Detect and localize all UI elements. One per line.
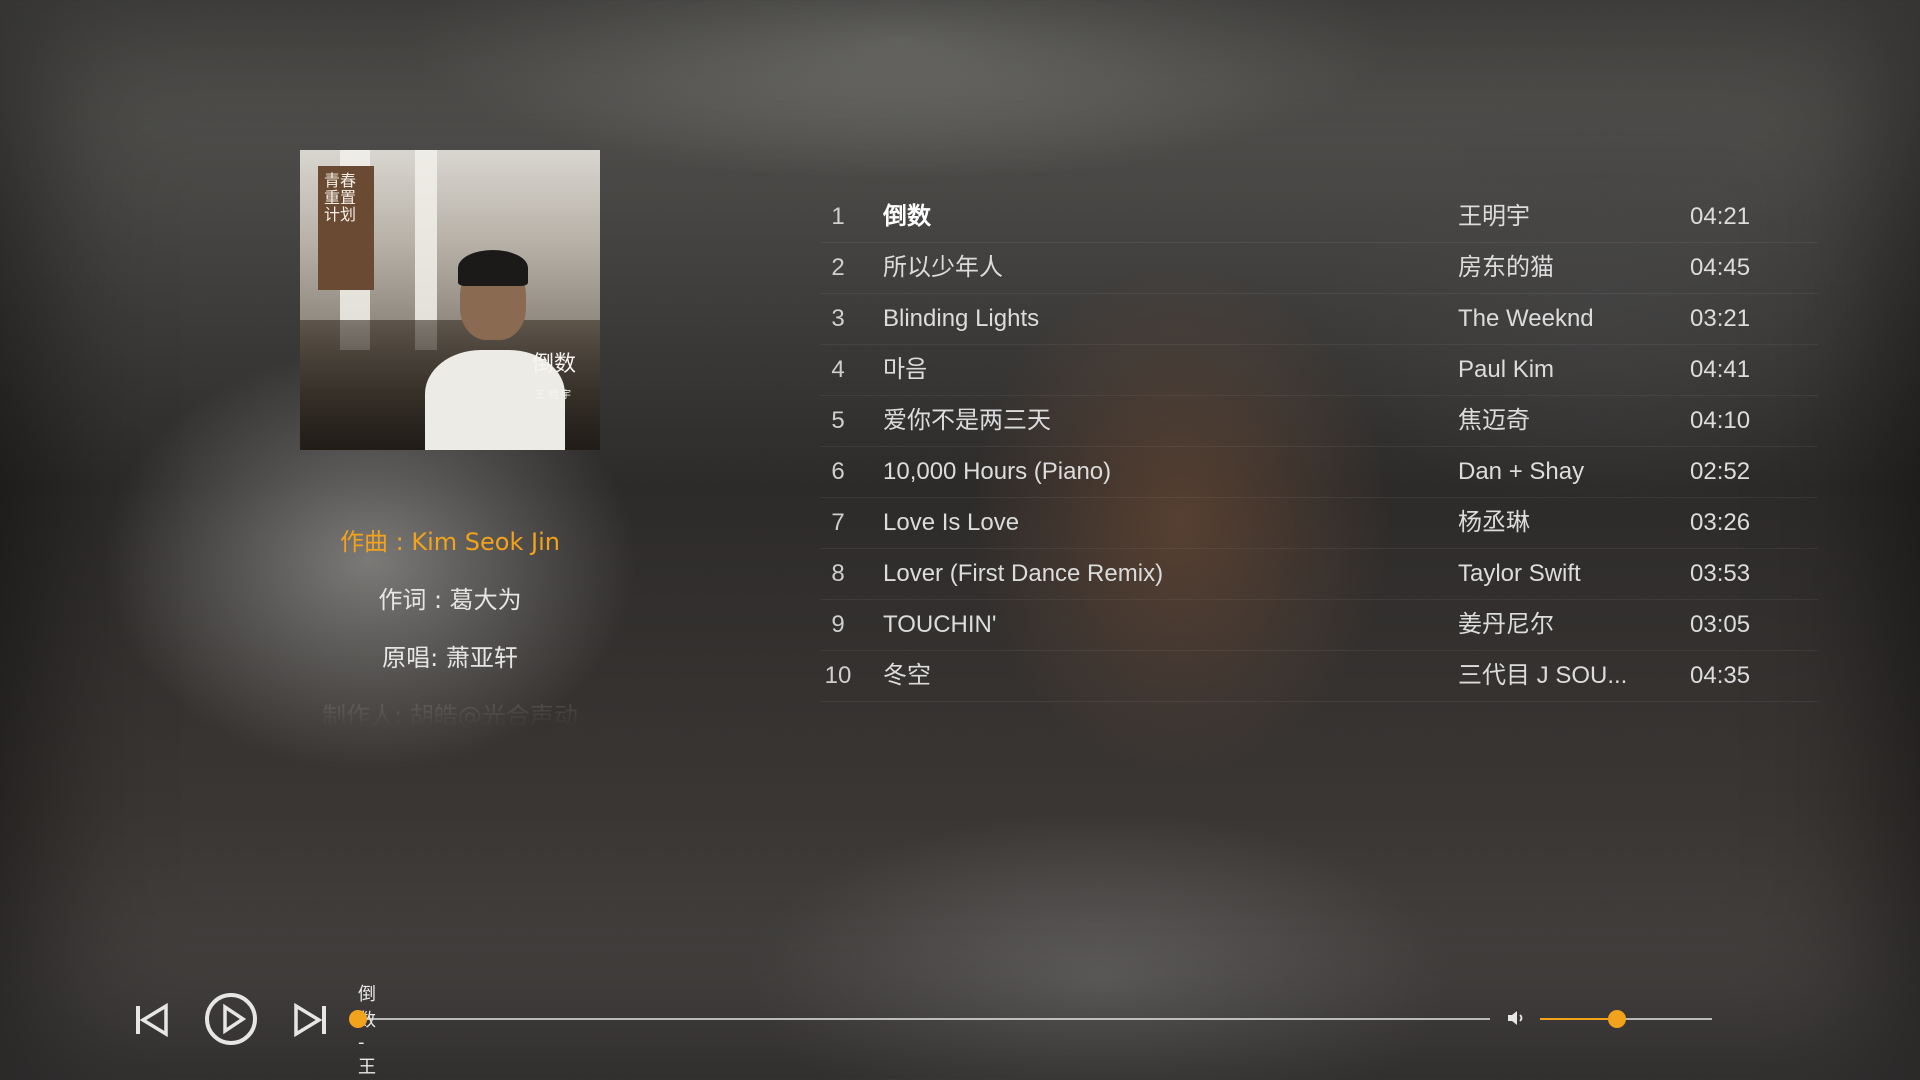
- track-artist: Dan + Shay: [1458, 458, 1585, 485]
- cover-title: 倒数: [531, 352, 576, 377]
- progress-bar[interactable]: [349, 1010, 1490, 1028]
- track-number: 2: [831, 254, 845, 281]
- track-artist: Taylor Swift: [1458, 560, 1581, 587]
- skip-previous-icon: [136, 1002, 168, 1038]
- track-title: 爱你不是两三天: [883, 407, 1051, 434]
- track-duration: 03:53: [1690, 560, 1751, 587]
- track-duration: 04:21: [1690, 203, 1751, 230]
- credit-line: 制作人: 胡皓@光合声动: [322, 702, 578, 728]
- track-number: 4: [831, 356, 845, 383]
- track-number: 7: [831, 509, 845, 536]
- previous-track-button[interactable]: [132, 1000, 172, 1040]
- credit-line: 原唱: 萧亚轩: [382, 644, 518, 672]
- track-artist: 王明宇: [1458, 203, 1530, 230]
- progress-handle[interactable]: [349, 1010, 367, 1028]
- track-number: 8: [831, 560, 845, 587]
- cover-banner-text: 青春重置计划: [324, 171, 357, 224]
- playlist-row[interactable]: 5 爱你不是两三天 焦迈奇 04:10: [820, 396, 1818, 447]
- track-duration: 03:21: [1690, 305, 1751, 332]
- track-title: Love Is Love: [883, 509, 1020, 536]
- track-artist: 三代目 J SOU...: [1458, 662, 1628, 689]
- playlist-row[interactable]: 9 TOUCHIN' 姜丹尼尔 03:05: [820, 600, 1818, 651]
- volume-handle[interactable]: [1608, 1010, 1627, 1028]
- track-title: 所以少年人: [883, 254, 1003, 281]
- track-title: 冬空: [883, 662, 931, 689]
- playlist-row[interactable]: 2 所以少年人 房东的猫 04:45: [820, 243, 1818, 294]
- play-button[interactable]: [204, 992, 258, 1046]
- track-number: 6: [831, 458, 845, 485]
- track-artist: 杨丞琳: [1458, 509, 1530, 536]
- track-number: 1: [831, 203, 845, 230]
- track-artist: The Weeknd: [1458, 305, 1594, 332]
- playlist-row[interactable]: 4 마음 Paul Kim 04:41: [820, 345, 1818, 396]
- track-duration: 03:26: [1690, 509, 1751, 536]
- next-track-button[interactable]: [290, 1000, 330, 1040]
- track-title: 마음: [883, 356, 928, 383]
- volume-button[interactable]: [1505, 1006, 1529, 1030]
- volume-icon: [1508, 1011, 1523, 1025]
- track-title: Lover (First Dance Remix): [883, 560, 1164, 587]
- track-artist: 房东的猫: [1458, 254, 1554, 281]
- track-duration: 04:35: [1690, 662, 1751, 689]
- track-number: 9: [831, 611, 845, 638]
- now-playing-label: 倒数 - 王明宇: [358, 984, 376, 1078]
- track-artist: 焦迈奇: [1458, 407, 1530, 434]
- track-duration: 04:41: [1690, 356, 1751, 383]
- track-artist: Paul Kim: [1458, 356, 1555, 383]
- track-title: TOUCHIN': [883, 611, 997, 638]
- lyrics-credits: 作曲 : Kim Seok Jin 作词 : 葛大为 原唱: 萧亚轩制作人: 胡皓@…: [300, 518, 600, 728]
- credit-line: 作词 : 葛大为: [378, 586, 522, 614]
- track-number: 10: [824, 662, 852, 689]
- playlist-row[interactable]: 7 Love Is Love 杨丞琳 03:26: [820, 498, 1818, 549]
- track-title: Blinding Lights: [883, 305, 1040, 332]
- playlist-row[interactable]: 6 10,000 Hours (Piano) Dan + Shay 02:52: [820, 447, 1818, 498]
- track-title: 倒数: [883, 203, 931, 230]
- volume-fill: [1540, 1018, 1618, 1020]
- playlist: 1 倒数 王明宇 04:21 2 所以少年人 房东的猫 04:45 3 Blinding Ligh…: [820, 192, 1818, 702]
- track-duration: 04:45: [1690, 254, 1751, 281]
- playlist-row[interactable]: 3 Blinding Lights The Weeknd 03:21: [820, 294, 1818, 345]
- track-artist: 姜丹尼尔: [1458, 611, 1554, 638]
- play-circle-icon: [205, 993, 257, 1045]
- playlist-row-current[interactable]: 1 倒数 王明宇 04:21: [820, 192, 1818, 243]
- skip-next-icon: [294, 1002, 326, 1038]
- volume-slider[interactable]: [1540, 1010, 1712, 1028]
- track-number: 3: [831, 305, 845, 332]
- track-duration: 04:10: [1690, 407, 1751, 434]
- track-title: 10,000 Hours (Piano): [883, 458, 1112, 485]
- playlist-row[interactable]: 8 Lover (First Dance Remix) Taylor Swift 03…: [820, 549, 1818, 600]
- cover-artist: 王明宇: [535, 390, 574, 401]
- track-duration: 03:05: [1690, 611, 1751, 638]
- credit-line: 作曲 : Kim Seok Jin: [340, 528, 560, 556]
- track-duration: 02:52: [1690, 458, 1751, 485]
- album-cover: 青春重置计划 倒数 王明宇: [300, 150, 600, 450]
- playlist-row[interactable]: 10 冬空 三代目 J SOU... 04:35: [820, 651, 1818, 702]
- track-number: 5: [831, 407, 845, 434]
